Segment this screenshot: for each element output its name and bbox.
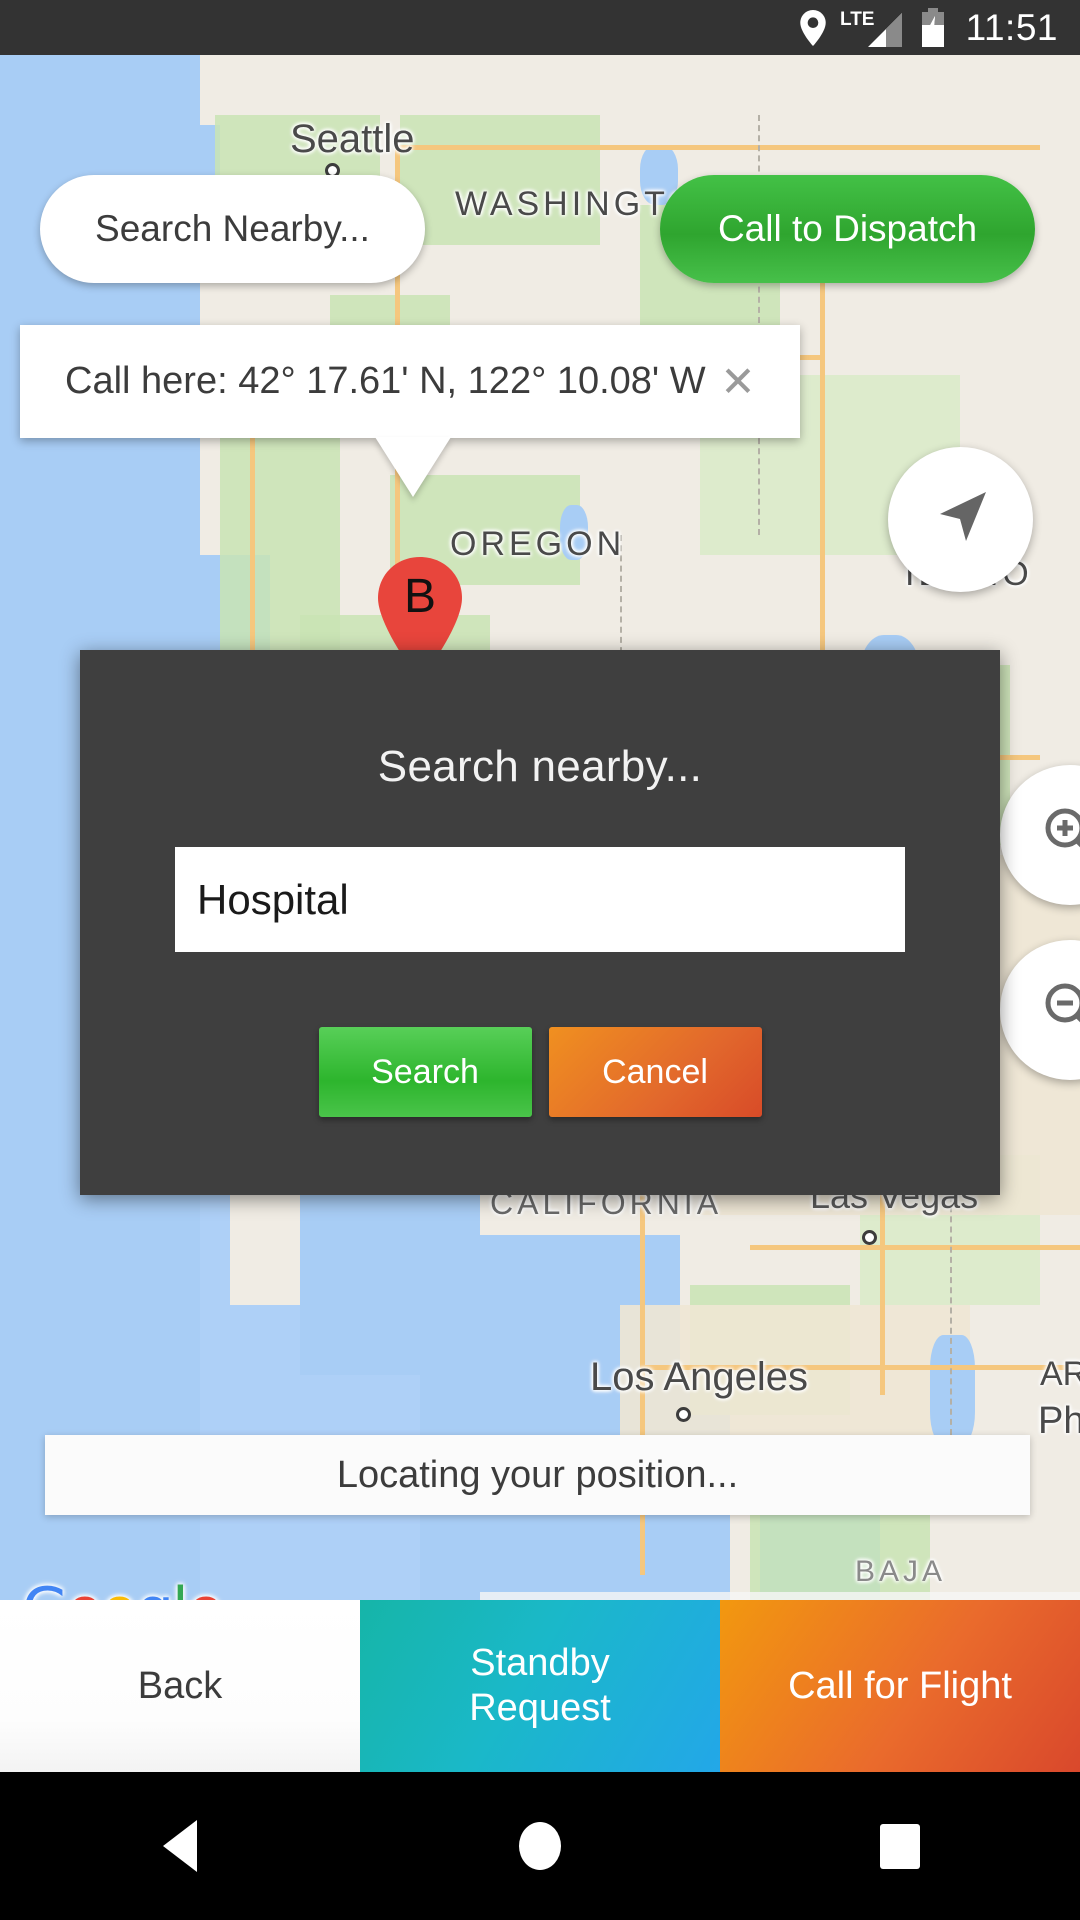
- map-attribution: Map data ©2018 Google, INEGI Terms of Us…: [479, 1592, 1080, 1600]
- google-logo-letter: g: [136, 1575, 174, 1600]
- google-logo-letter: o: [67, 1575, 104, 1600]
- bottom-action-bar: Back Standby Request Call for Flight: [0, 1600, 1080, 1772]
- map-label: Los Angeles: [590, 1355, 808, 1399]
- dialog-actions: Search Cancel: [318, 1027, 762, 1117]
- search-query-input[interactable]: [175, 847, 905, 952]
- map-label: OREGON: [450, 525, 626, 563]
- magnifier-minus-icon: [1042, 980, 1080, 1041]
- nav-home-button[interactable]: [460, 1796, 620, 1896]
- callout-tail: [375, 437, 451, 497]
- dialog-search-button[interactable]: Search: [318, 1027, 532, 1117]
- google-logo-letter: o: [101, 1575, 138, 1600]
- google-logo: Google: [22, 1575, 224, 1600]
- standby-request-line2: Request: [469, 1687, 611, 1729]
- circle-home-icon: [519, 1822, 561, 1870]
- dialog-cancel-button[interactable]: Cancel: [548, 1027, 762, 1117]
- nav-recents-button[interactable]: [820, 1796, 980, 1896]
- map-label: BAJA: [855, 1555, 947, 1588]
- call-for-flight-button[interactable]: Call for Flight: [720, 1600, 1080, 1772]
- search-nearby-button[interactable]: Search Nearby...: [40, 175, 425, 283]
- battery-charging-icon: [920, 7, 946, 48]
- google-logo-letter: G: [22, 1575, 68, 1600]
- nav-back-button[interactable]: [100, 1796, 260, 1896]
- dialog-title: Search nearby...: [377, 742, 703, 791]
- magnifier-plus-icon: [1042, 805, 1080, 866]
- square-recents-icon: [880, 1823, 920, 1869]
- location-pin-icon: [799, 9, 826, 46]
- standby-request-line1: Standby: [470, 1642, 610, 1685]
- svg-text:LTE: LTE: [840, 9, 874, 30]
- android-navigation-bar: [0, 1772, 1080, 1920]
- search-nearby-dialog: Search nearby... Search Cancel: [80, 650, 1000, 1195]
- map-label: Seattle: [290, 117, 415, 161]
- back-button[interactable]: Back: [0, 1600, 360, 1772]
- navigate-arrow-icon: [930, 486, 992, 553]
- call-to-dispatch-button[interactable]: Call to Dispatch: [660, 175, 1035, 283]
- locating-status-bar: Locating your position...: [45, 1435, 1030, 1515]
- map-marker-label: B: [403, 570, 436, 623]
- close-icon[interactable]: ✕: [708, 352, 768, 412]
- google-logo-letter: e: [187, 1575, 224, 1600]
- city-dot: [676, 1407, 691, 1422]
- lte-signal-icon: LTE: [840, 8, 906, 48]
- city-dot: [862, 1230, 877, 1245]
- google-logo-letter: l: [172, 1575, 189, 1600]
- map-label: Ph: [1038, 1400, 1080, 1442]
- map-label: AR: [1040, 1355, 1080, 1393]
- status-bar-clock: 11:51: [965, 6, 1058, 48]
- callout-coordinates-text: Call here: 42° 17.61' N, 122° 10.08' W: [65, 360, 706, 402]
- standby-request-button[interactable]: Standby Request: [360, 1600, 720, 1772]
- status-bar: LTE 11:51: [0, 0, 1080, 55]
- triangle-back-icon: [163, 1820, 197, 1872]
- locate-me-button[interactable]: [888, 447, 1033, 592]
- map-callout[interactable]: Call here: 42° 17.61' N, 122° 10.08' W ✕: [20, 325, 800, 497]
